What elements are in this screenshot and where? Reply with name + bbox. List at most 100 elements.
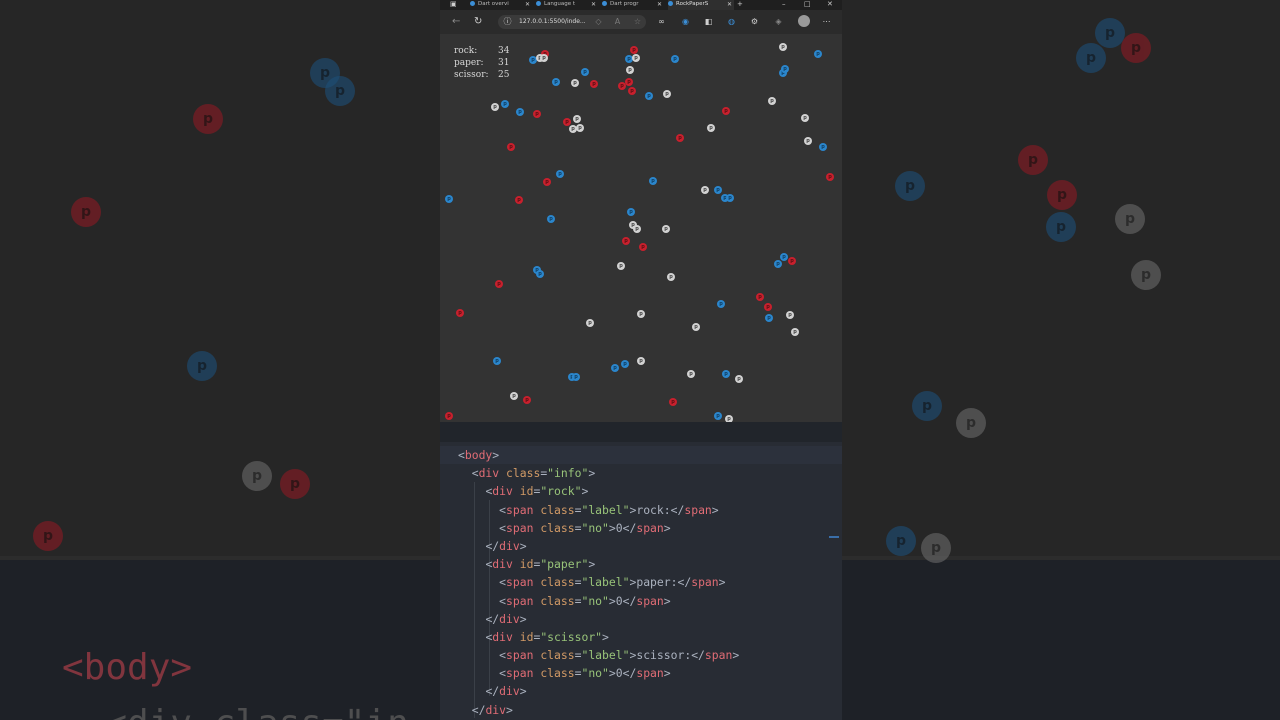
rock-particle: p [507,143,515,151]
code-token: < [471,466,479,481]
paper-particle: p [663,90,671,98]
code-token: > [519,538,527,553]
scissor-particle: p [814,50,822,58]
scissor-particle: p [516,108,524,116]
tab-dart-programs[interactable]: Dart progr ✕ [602,0,664,10]
extensions-icon[interactable]: ∞ [656,16,667,27]
blurred-particle: p [912,391,942,421]
read-aloud-icon[interactable]: A [612,16,623,27]
tab-favicon-icon [668,1,673,6]
scissor-particle: p [722,370,730,378]
copilot-icon[interactable]: ◈ [773,16,784,27]
tab-close-icon[interactable]: ✕ [727,0,732,9]
rock-particle: p [618,82,626,90]
code-token: class [540,502,575,517]
tab-favicon-icon [470,1,475,6]
tab-favicon-icon [536,1,541,6]
code-token: div [485,702,507,717]
favorite-icon[interactable]: ☆ [632,16,643,27]
rock-particle: p [722,107,730,115]
code-token: </ [471,702,486,717]
paper-particle: p [692,323,700,331]
settings-icon[interactable]: ⚙ [749,16,760,27]
code-token: > [663,593,671,608]
scissor-particle: p [552,78,560,86]
paper-particle: p [617,262,625,270]
rock-particle: p [788,257,796,265]
tab-dart-overview[interactable]: Dart overvi ✕ [470,0,532,10]
new-tab-icon[interactable]: + [737,0,743,8]
code-text[interactable]: <body> <div class="info"> <div id="rock"… [440,446,842,719]
code-token: id [519,629,534,644]
blurred-particle: p [1115,204,1145,234]
minimize-icon[interactable]: – [782,0,786,8]
info-icon[interactable]: ⓘ [502,16,513,27]
browser-tab-bar: ▣ Dart overvi ✕ Language t ✕ Dart progr ✕ R… [440,0,842,10]
scrollbar-marker[interactable] [829,536,839,538]
paper-particle: p [633,225,641,233]
paper-particle: p [491,103,499,111]
code-token: span [636,593,664,608]
tab-close-icon[interactable]: ✕ [525,0,530,9]
code-line: <span class="label">scissor:</span> [458,646,842,664]
paper-particle: p [637,357,645,365]
url-text[interactable]: 127.0.0.1:5500/inde... [519,17,586,27]
tab-close-icon[interactable]: ✕ [591,0,596,9]
tab-close-icon[interactable]: ✕ [657,0,662,9]
maximize-icon[interactable]: □ [804,0,811,8]
code-line: <div class="info"> [458,464,842,482]
scissor-particle: p [547,215,555,223]
edge-icon[interactable]: ◍ [726,16,737,27]
code-token: span [506,520,534,535]
paper-particle: p [804,137,812,145]
rock-stat: rock: 34 [454,46,509,57]
tab-label: Language t [544,1,576,7]
rock-particle: p [445,412,453,420]
code-token: > [718,575,726,590]
profile-icon[interactable] [798,15,810,27]
reload-icon[interactable]: ↻ [474,16,482,28]
code-token: class [540,666,575,681]
code-line: <span class="label">paper:</span> [458,573,842,591]
split-screen-icon[interactable]: ◧ [703,16,714,27]
back-icon[interactable]: ← [452,16,460,28]
code-token: div [492,629,513,644]
close-window-icon[interactable]: ✕ [827,0,833,8]
code-token: span [636,520,664,535]
code-line: </div> [458,537,842,555]
tab-rock-paper-scissors[interactable]: RockPaperS ✕ [668,0,734,10]
tab-label: RockPaperS [676,1,709,7]
blurred-particle: p [1076,43,1106,73]
code-token: span [684,502,712,517]
code-token: "no" [581,593,609,608]
tab-label: Dart overvi [478,1,509,7]
more-icon[interactable]: ⋯ [821,16,832,27]
code-token: id [519,484,534,499]
paper-particle: p [791,328,799,336]
code-token: < [499,575,507,590]
simulation-canvas: rock: 34 paper: 31 scissor: 25 pppppppppppp… [440,34,842,422]
rock-particle: p [639,243,647,251]
code-token: < [499,520,507,535]
translate-icon[interactable]: ◇ [593,16,604,27]
paper-particle: p [571,79,579,87]
paper-particle: p [510,392,518,400]
code-line: </div> [458,610,842,628]
scissor-stat: scissor: 25 [454,70,509,81]
code-token: < [499,648,507,663]
scissor-particle: p [765,314,773,322]
tab-language-tour[interactable]: Language t ✕ [536,0,598,10]
code-token: body [464,448,493,462]
record-icon[interactable]: ◉ [680,16,691,27]
code-token: class [540,648,575,663]
paper-particle: p [540,54,548,62]
code-token: class [540,575,575,590]
tab-actions-icon[interactable]: ▣ [450,0,457,8]
code-token: span [636,666,664,681]
code-token: < [499,593,507,608]
paper-particle: p [725,415,733,422]
rock-count: 34 [498,46,510,56]
code-token: >rock:</ [629,502,685,517]
blurred-code-text: <body> <div class="in [62,640,409,720]
